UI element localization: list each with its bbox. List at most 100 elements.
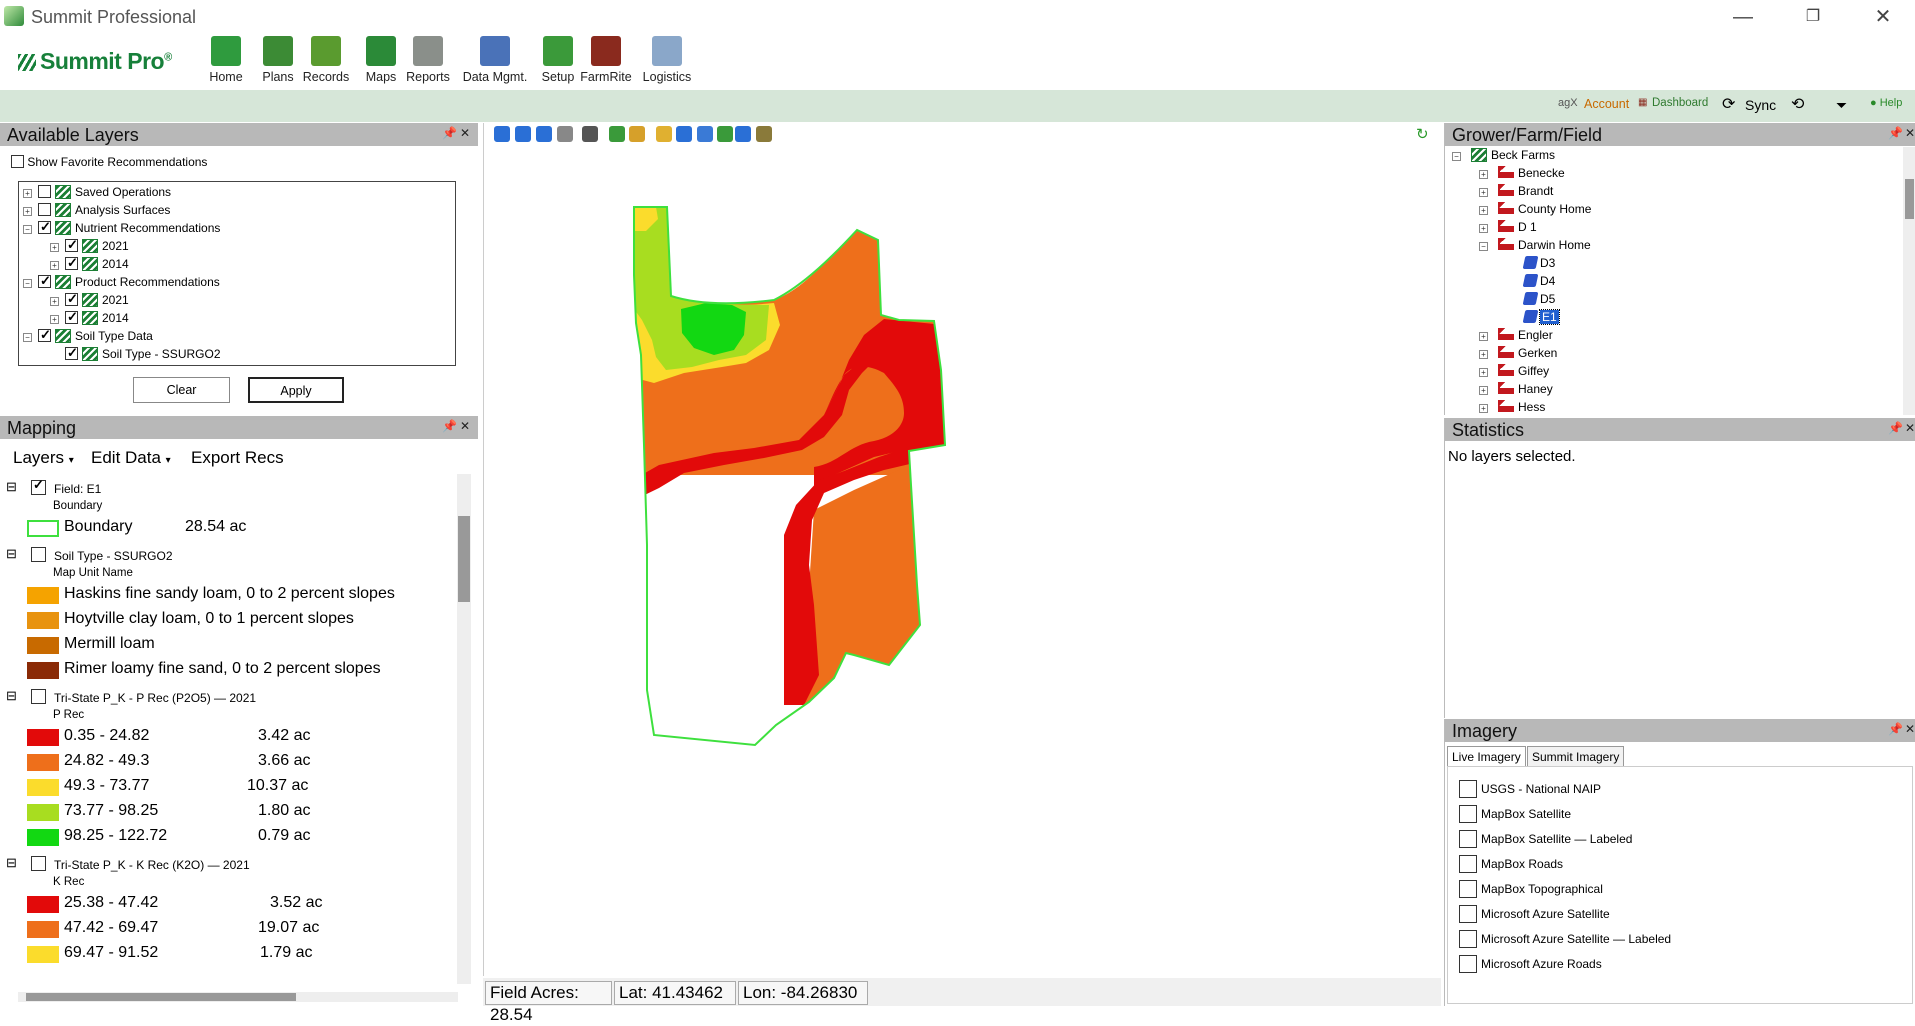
imagery-source-item[interactable]: Microsoft Azure Satellite — Labeled bbox=[1459, 930, 1671, 948]
layer-tree-item[interactable]: Soil Type - SSURGO2 bbox=[50, 344, 221, 363]
pin-icon[interactable]: 📌 bbox=[1888, 123, 1903, 143]
ribbon-farmrite-button[interactable]: FarmRite bbox=[576, 36, 636, 84]
layer-tree-item[interactable]: + Analysis Surfaces bbox=[23, 201, 170, 219]
imagery-checkbox[interactable] bbox=[1459, 930, 1477, 948]
collapse-icon[interactable]: ⊟ bbox=[6, 688, 17, 704]
grower-item[interactable]: − Beck Farms bbox=[1452, 146, 1555, 164]
collapse-icon[interactable]: − bbox=[23, 225, 32, 234]
sync-settings-icon[interactable]: ⟲ bbox=[1791, 94, 1804, 114]
clear-button[interactable]: Clear bbox=[133, 377, 230, 403]
farm-item[interactable]: + Benecke bbox=[1479, 164, 1565, 182]
pin-icon[interactable]: 📌 bbox=[1888, 418, 1903, 438]
collapse-icon[interactable]: − bbox=[1479, 242, 1488, 251]
imagery-source-item[interactable]: Microsoft Azure Roads bbox=[1459, 955, 1602, 973]
collapse-icon[interactable]: ⊟ bbox=[6, 546, 17, 562]
imagery-source-item[interactable]: USGS - National NAIP bbox=[1459, 780, 1601, 798]
field-map[interactable] bbox=[484, 145, 1442, 975]
legend-layer-checkbox[interactable] bbox=[31, 547, 46, 562]
layer-checkbox[interactable] bbox=[65, 290, 78, 308]
layer-checkbox[interactable] bbox=[65, 344, 78, 362]
pin-icon[interactable]: 📌 bbox=[1888, 719, 1903, 739]
ribbon-logistics-button[interactable]: Logistics bbox=[639, 36, 695, 84]
layer-tree-item[interactable]: +2014 bbox=[50, 254, 129, 273]
account-link[interactable]: Account bbox=[1584, 97, 1629, 111]
ribbon-home-button[interactable]: Home bbox=[198, 36, 254, 84]
ribbon-records-button[interactable]: Records bbox=[298, 36, 354, 84]
measure-icon[interactable] bbox=[697, 126, 713, 142]
help-link[interactable]: ● Help bbox=[1870, 97, 1902, 109]
field-item[interactable]: D4 bbox=[1506, 272, 1555, 290]
collapse-icon[interactable]: ⊟ bbox=[6, 479, 17, 495]
layer-checkbox[interactable] bbox=[38, 185, 51, 198]
imagery-checkbox[interactable] bbox=[1459, 880, 1477, 898]
collapse-icon[interactable]: − bbox=[23, 333, 32, 342]
close-panel-icon[interactable]: ✕ bbox=[1905, 123, 1915, 143]
field-item[interactable]: E1 bbox=[1506, 308, 1560, 326]
filter-icon[interactable]: ⏷ bbox=[1836, 97, 1847, 114]
close-panel-icon[interactable]: ✕ bbox=[1905, 418, 1915, 438]
legend-layer-checkbox[interactable] bbox=[31, 477, 46, 495]
layer-checkbox[interactable] bbox=[38, 326, 51, 344]
imagery-checkbox[interactable] bbox=[1459, 855, 1477, 873]
query-icon[interactable] bbox=[735, 126, 751, 142]
imagery-checkbox[interactable] bbox=[1459, 780, 1477, 798]
edit-data-menu[interactable]: Edit Data ▾ bbox=[91, 448, 171, 468]
farm-item[interactable]: + D 1 bbox=[1479, 218, 1537, 236]
pin-icon[interactable]: 📌 bbox=[442, 416, 457, 436]
farm-item[interactable]: + County Home bbox=[1479, 200, 1591, 218]
close-panel-icon[interactable]: ✕ bbox=[1905, 719, 1915, 739]
export-recs-menu[interactable]: Export Recs bbox=[191, 448, 284, 468]
imagery-source-item[interactable]: Microsoft Azure Satellite bbox=[1459, 905, 1610, 923]
layer-tree-item[interactable]: + Saved Operations bbox=[23, 183, 171, 201]
show-favorites-checkbox[interactable] bbox=[11, 155, 24, 168]
imagery-source-item[interactable]: MapBox Satellite bbox=[1459, 805, 1571, 823]
zoom-out-icon[interactable] bbox=[515, 126, 531, 142]
legend-layer-checkbox[interactable] bbox=[31, 856, 46, 871]
imagery-source-item[interactable]: MapBox Roads bbox=[1459, 855, 1563, 873]
zoom-extent-icon[interactable] bbox=[536, 126, 552, 142]
expand-icon[interactable]: + bbox=[50, 315, 59, 324]
close-button[interactable]: ✕ bbox=[1858, 2, 1908, 32]
expand-icon[interactable]: + bbox=[50, 243, 59, 252]
dashboard-link[interactable]: Dashboard bbox=[1652, 97, 1708, 109]
farm-item[interactable]: + Brandt bbox=[1479, 182, 1553, 200]
layer-tree-item[interactable]: +2021 bbox=[50, 290, 129, 309]
layer-tree-item[interactable]: +2014 bbox=[50, 308, 129, 327]
farm-item[interactable]: + Engler bbox=[1479, 326, 1553, 344]
pin-icon[interactable]: 📌 bbox=[442, 123, 457, 143]
layer-tree-item[interactable]: +2021 bbox=[50, 236, 129, 255]
imagery-checkbox[interactable] bbox=[1459, 905, 1477, 923]
ribbon-reports-button[interactable]: Reports bbox=[400, 36, 456, 84]
expand-icon[interactable]: + bbox=[1479, 350, 1488, 359]
farm-item[interactable]: + Haney bbox=[1479, 380, 1553, 398]
tab-summit-imagery[interactable]: Summit Imagery bbox=[1527, 746, 1625, 766]
legend-layer-checkbox[interactable] bbox=[31, 689, 46, 704]
farm-item[interactable]: − Darwin Home bbox=[1479, 236, 1591, 254]
expand-icon[interactable]: + bbox=[1479, 404, 1488, 413]
sync-button[interactable]: Sync bbox=[1745, 97, 1776, 113]
imagery-checkbox[interactable] bbox=[1459, 805, 1477, 823]
globe-icon[interactable] bbox=[676, 126, 692, 142]
expand-icon[interactable]: + bbox=[1479, 224, 1488, 233]
map-canvas[interactable]: ↻ bbox=[483, 123, 1441, 976]
expand-icon[interactable]: + bbox=[1479, 368, 1488, 377]
field-item[interactable]: D5 bbox=[1506, 290, 1555, 308]
gff-scrollbar[interactable] bbox=[1903, 147, 1915, 415]
tag-icon[interactable] bbox=[756, 126, 772, 142]
layers-menu[interactable]: Layers ▾ bbox=[13, 448, 74, 468]
imagery-source-item[interactable]: MapBox Satellite — Labeled bbox=[1459, 830, 1632, 848]
select-icon[interactable] bbox=[717, 126, 733, 142]
tab-live-imagery[interactable]: Live Imagery bbox=[1447, 746, 1526, 766]
zoom-in-icon[interactable] bbox=[494, 126, 510, 142]
layer-checkbox[interactable] bbox=[65, 236, 78, 254]
navigate-icon[interactable] bbox=[582, 126, 598, 142]
ribbon-data-mgmt-button[interactable]: Data Mgmt. bbox=[455, 36, 535, 84]
legend-hscrollbar[interactable] bbox=[18, 992, 458, 1002]
layer-add-icon[interactable] bbox=[609, 126, 625, 142]
farm-item[interactable]: + Hess bbox=[1479, 398, 1545, 416]
imagery-checkbox[interactable] bbox=[1459, 955, 1477, 973]
close-panel-icon[interactable]: ✕ bbox=[460, 416, 470, 436]
pan-icon[interactable] bbox=[557, 126, 573, 142]
show-favorites-row[interactable]: Show Favorite Recommendations bbox=[11, 155, 207, 169]
field-item[interactable]: D3 bbox=[1506, 254, 1555, 272]
